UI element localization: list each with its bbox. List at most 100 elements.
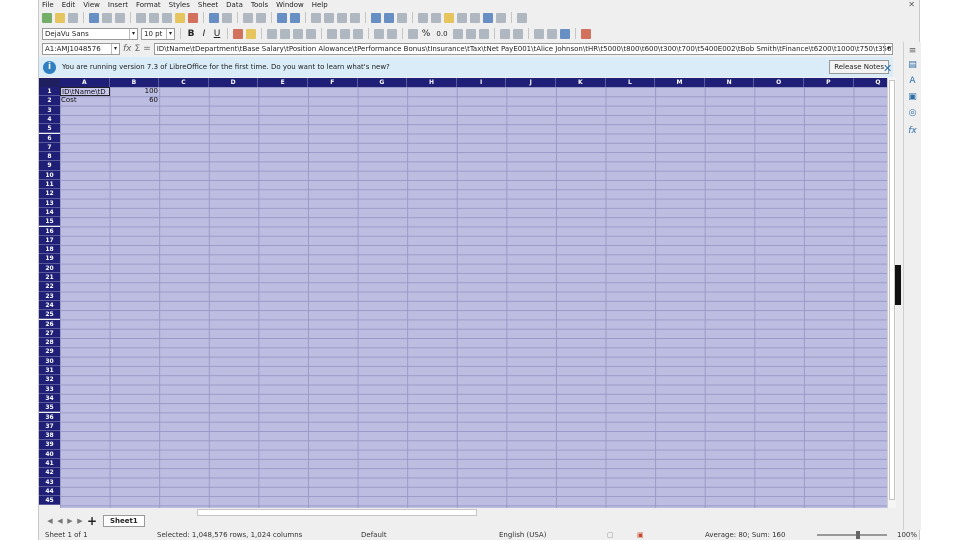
- row-header-21[interactable]: 21: [39, 273, 60, 283]
- align-center-icon[interactable]: [280, 28, 290, 39]
- save-icon[interactable]: [89, 12, 99, 23]
- clone-formatting-icon[interactable]: [175, 12, 185, 23]
- column-header-n[interactable]: N: [704, 78, 755, 87]
- redo-icon[interactable]: [222, 12, 232, 23]
- open-folder-icon[interactable]: [55, 12, 65, 23]
- name-box[interactable]: A1:AMJ1048576 ▾: [42, 43, 120, 55]
- styles-icon[interactable]: A: [907, 76, 918, 87]
- row-header-33[interactable]: 33: [39, 384, 60, 394]
- font-color-icon[interactable]: [233, 28, 243, 39]
- row-header-15[interactable]: 15: [39, 217, 60, 227]
- insert-image-icon[interactable]: [371, 12, 381, 23]
- zoom-slider[interactable]: [817, 534, 887, 536]
- sum-icon[interactable]: Σ: [135, 44, 141, 54]
- column-header-h[interactable]: H: [407, 78, 457, 87]
- status-zoom[interactable]: 100%: [897, 531, 917, 539]
- align-bottom-icon[interactable]: [353, 28, 363, 39]
- navigator-icon[interactable]: ◎: [907, 108, 918, 119]
- previous-sheet-icon[interactable]: ◀: [55, 517, 65, 525]
- increase-indent-icon[interactable]: [500, 28, 510, 39]
- menu-window[interactable]: Window: [276, 1, 304, 9]
- column-header-k[interactable]: K: [556, 78, 606, 87]
- font-size-combobox[interactable]: 10 pt ▾: [141, 27, 175, 40]
- column-header-e[interactable]: E: [258, 78, 308, 87]
- row-header-24[interactable]: 24: [39, 300, 60, 311]
- zoom-slider-knob[interactable]: [856, 531, 860, 539]
- column-header-m[interactable]: M: [655, 78, 705, 87]
- menu-styles[interactable]: Styles: [169, 1, 190, 9]
- cell-a1[interactable]: ID\tName\tD: [60, 87, 110, 96]
- headers-footers-icon[interactable]: [457, 12, 467, 23]
- copy-icon[interactable]: [149, 12, 159, 23]
- row-header-25[interactable]: 25: [39, 310, 60, 320]
- row-header-27[interactable]: 27: [39, 328, 60, 339]
- row-header-30[interactable]: 30: [39, 356, 60, 366]
- column-header-c[interactable]: C: [159, 78, 209, 87]
- bold-button[interactable]: B: [186, 29, 196, 39]
- border-color-icon[interactable]: [560, 28, 570, 39]
- last-sheet-icon[interactable]: ▶: [75, 517, 85, 525]
- next-sheet-icon[interactable]: ▶: [65, 517, 75, 525]
- split-window-icon[interactable]: [496, 12, 506, 23]
- underline-button[interactable]: U: [212, 29, 222, 39]
- add-sheet-icon[interactable]: +: [85, 514, 99, 528]
- chevron-down-icon[interactable]: ▾: [111, 44, 119, 54]
- menu-edit[interactable]: Edit: [62, 1, 76, 9]
- row-header-1[interactable]: 1: [39, 87, 60, 97]
- row-header-31[interactable]: 31: [39, 366, 60, 376]
- add-decimal-icon[interactable]: [466, 28, 476, 39]
- column-header-g[interactable]: G: [357, 78, 408, 87]
- column-header-o[interactable]: O: [754, 78, 804, 87]
- row-header-14[interactable]: 14: [39, 207, 60, 218]
- sort-ascending-icon[interactable]: [324, 12, 334, 23]
- menu-tools[interactable]: Tools: [251, 1, 268, 9]
- italic-button[interactable]: I: [199, 29, 209, 39]
- templates-icon[interactable]: [68, 12, 78, 23]
- row-header-39[interactable]: 39: [39, 440, 60, 450]
- column-header-b[interactable]: B: [109, 78, 160, 87]
- formula-input[interactable]: ID\tName\tDepartment\tBase Salary\tPosit…: [153, 43, 893, 55]
- row-header-29[interactable]: 29: [39, 347, 60, 357]
- status-page-style[interactable]: Default: [361, 531, 387, 539]
- properties-icon[interactable]: ▤: [907, 60, 918, 71]
- row-header-45[interactable]: 45: [39, 496, 60, 506]
- row-header-35[interactable]: 35: [39, 403, 60, 413]
- row-header-43[interactable]: 43: [39, 477, 60, 487]
- cell-b1[interactable]: 100: [110, 87, 159, 96]
- row-header-17[interactable]: 17: [39, 235, 60, 246]
- number-format-button[interactable]: 0.0: [434, 30, 450, 38]
- spellcheck-icon[interactable]: [256, 12, 266, 23]
- cell-b2[interactable]: 60: [110, 96, 159, 105]
- column-header-l[interactable]: L: [605, 78, 656, 87]
- align-top-icon[interactable]: [327, 28, 337, 39]
- pivot-table-icon[interactable]: [397, 12, 407, 23]
- define-print-area-icon[interactable]: [470, 12, 480, 23]
- menu-view[interactable]: View: [83, 1, 100, 9]
- release-notes-button[interactable]: Release Notes: [829, 60, 889, 74]
- row-header-36[interactable]: 36: [39, 412, 60, 422]
- column-header-a[interactable]: A: [60, 78, 110, 87]
- font-name-combobox[interactable]: DejaVu Sans ▾: [42, 27, 138, 40]
- undo-icon[interactable]: [209, 12, 219, 23]
- currency-format-icon[interactable]: [408, 28, 418, 39]
- row-header-26[interactable]: 26: [39, 319, 60, 329]
- show-draw-functions-icon[interactable]: [517, 12, 527, 23]
- row-icon[interactable]: [277, 12, 287, 23]
- row-header-19[interactable]: 19: [39, 254, 60, 264]
- function-wizard-icon[interactable]: fx: [123, 44, 132, 54]
- column-header-i[interactable]: I: [456, 78, 507, 87]
- print-preview-icon[interactable]: [115, 12, 125, 23]
- row-header-12[interactable]: 12: [39, 189, 60, 199]
- date-format-icon[interactable]: [453, 28, 463, 39]
- new-document-icon[interactable]: [42, 12, 52, 23]
- align-right-icon[interactable]: [293, 28, 303, 39]
- menu-file[interactable]: File: [42, 1, 54, 9]
- delete-decimal-icon[interactable]: [479, 28, 489, 39]
- menu-insert[interactable]: Insert: [108, 1, 128, 9]
- clear-formatting-icon[interactable]: [188, 12, 198, 23]
- comment-icon[interactable]: [444, 12, 454, 23]
- row-header-10[interactable]: 10: [39, 170, 60, 180]
- sidebar-resize-handle[interactable]: [895, 265, 901, 305]
- print-icon[interactable]: [102, 12, 112, 23]
- functions-icon[interactable]: fx: [907, 126, 918, 137]
